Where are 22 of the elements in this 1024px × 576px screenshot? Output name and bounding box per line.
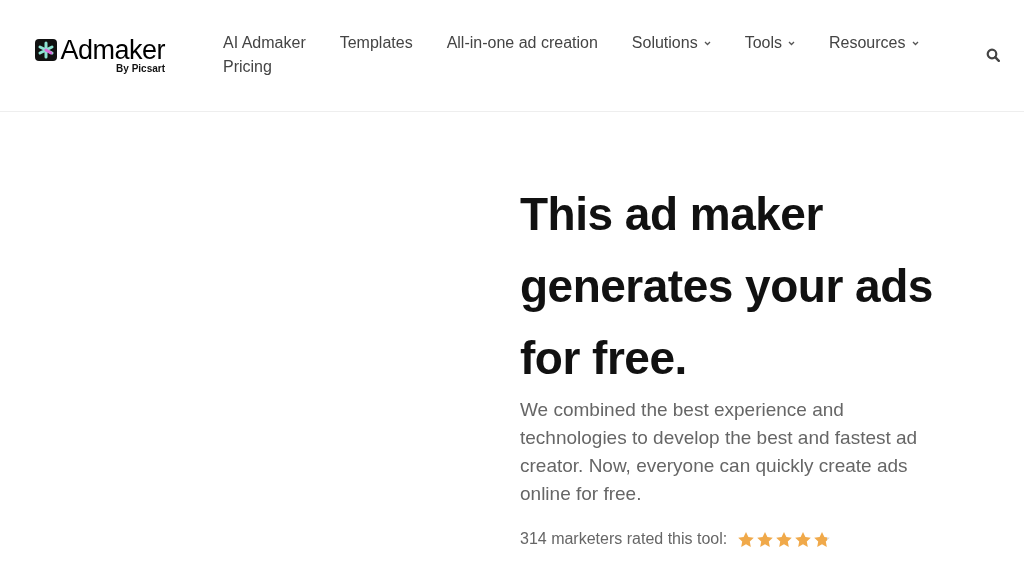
nav-link[interactable]: Solutions [631, 32, 711, 54]
nav-link[interactable]: All-in-one ad creation [446, 32, 598, 54]
hero-description: We combined the best experience and technologies to develop the best and fastest ad creator. Now, everyone can quickly create ads online for free. [520, 398, 919, 506]
chevron-down-icon [911, 40, 919, 46]
nav-link[interactable]: Templates [339, 32, 413, 54]
star-icon [813, 530, 832, 548]
logo-icon [35, 39, 58, 61]
chevron-down-icon [703, 40, 711, 46]
star-icon [737, 530, 756, 548]
logo-name: Admaker [60, 38, 165, 62]
nav-link[interactable]: Pricing [223, 56, 272, 78]
hero-title: This ad maker generates your ads for free. [520, 187, 934, 386]
star-icon [794, 530, 813, 548]
logo-tagline: By Picsart [116, 63, 165, 74]
nav-link[interactable]: Resources [829, 32, 919, 54]
nav-link[interactable]: AI Admaker [223, 32, 306, 54]
chevron-down-icon [788, 40, 795, 46]
star-icon [775, 530, 794, 548]
rating-label: 314 marketers rated this tool: [520, 530, 728, 548]
search-icon[interactable] [986, 48, 1000, 62]
nav-link[interactable]: Tools [744, 32, 795, 54]
star-icon [756, 530, 775, 548]
